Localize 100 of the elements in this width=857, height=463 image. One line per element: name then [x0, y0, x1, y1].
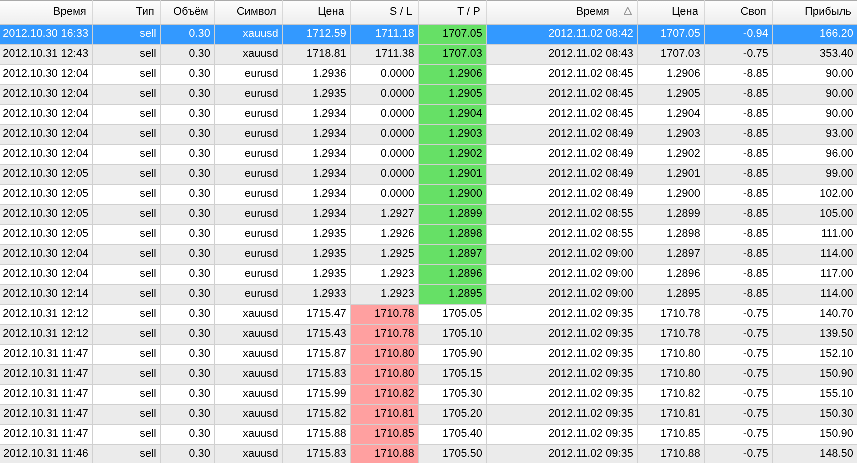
table-cell: 1.2897 — [637, 244, 704, 264]
table-cell: 1711.18 — [350, 24, 418, 44]
table-cell: 1.2895 — [637, 284, 704, 304]
table-cell: 1.2903 — [418, 124, 486, 144]
table-cell: eurusd — [214, 124, 282, 144]
table-cell: 2012.11.02 08:45 — [486, 84, 637, 104]
table-cell: 2012.10.30 12:05 — [0, 204, 92, 224]
table-cell: 1710.81 — [637, 404, 704, 424]
table-cell: xauusd — [214, 324, 282, 344]
table-cell: 0.30 — [160, 324, 214, 344]
table-cell: 150.30 — [772, 404, 857, 424]
table-cell: 0.30 — [160, 44, 214, 64]
column-header[interactable]: Своп — [704, 0, 772, 24]
table-cell: -0.75 — [704, 324, 772, 344]
table-cell: 0.0000 — [350, 164, 418, 184]
table-cell: 148.50 — [772, 444, 857, 463]
table-cell: 0.30 — [160, 444, 214, 463]
table-cell: sell — [92, 84, 160, 104]
table-cell: 0.30 — [160, 364, 214, 384]
table-cell: sell — [92, 24, 160, 44]
column-header[interactable]: Объём — [160, 0, 214, 24]
table-cell: 105.00 — [772, 204, 857, 224]
column-header[interactable]: Прибыль — [772, 0, 857, 24]
table-cell: 2012.11.02 08:55 — [486, 204, 637, 224]
table-cell: 166.20 — [772, 24, 857, 44]
table-cell: 2012.10.31 11:46 — [0, 444, 92, 463]
table-cell: 0.30 — [160, 24, 214, 44]
table-cell: 93.00 — [772, 124, 857, 144]
table-cell: 1710.80 — [350, 344, 418, 364]
table-cell: 114.00 — [772, 244, 857, 264]
table-cell: 1705.15 — [418, 364, 486, 384]
table-cell: 2012.10.30 12:14 — [0, 284, 92, 304]
table-cell: 2012.10.30 12:04 — [0, 124, 92, 144]
column-header[interactable]: Цена — [282, 0, 350, 24]
table-cell: 2012.11.02 08:49 — [486, 124, 637, 144]
table-cell: -8.85 — [704, 244, 772, 264]
table-cell: sell — [92, 444, 160, 463]
table-cell: 2012.11.02 09:35 — [486, 404, 637, 424]
table-cell: 1.2901 — [418, 164, 486, 184]
table-cell: 1710.80 — [350, 364, 418, 384]
column-header[interactable]: Время — [0, 0, 92, 24]
column-header[interactable]: Тип — [92, 0, 160, 24]
table-cell: 2012.11.02 08:43 — [486, 44, 637, 64]
column-header[interactable]: Цена — [637, 0, 704, 24]
table-cell: 1.2906 — [418, 64, 486, 84]
table-cell: 1707.05 — [637, 24, 704, 44]
table-cell: 1711.38 — [350, 44, 418, 64]
table-cell: 1.2896 — [418, 264, 486, 284]
column-header[interactable]: Время — [486, 0, 637, 24]
table-cell: 2012.11.02 09:35 — [486, 444, 637, 463]
table-cell: 2012.10.31 12:43 — [0, 44, 92, 64]
table-cell: 1.2935 — [282, 84, 350, 104]
table-cell: 1.2934 — [282, 124, 350, 144]
column-header[interactable]: Символ — [214, 0, 282, 24]
table-cell: 1718.81 — [282, 44, 350, 64]
table-cell: 0.30 — [160, 124, 214, 144]
table-cell: sell — [92, 324, 160, 344]
table-cell: 0.0000 — [350, 84, 418, 104]
table-cell: eurusd — [214, 84, 282, 104]
table-cell: 0.30 — [160, 164, 214, 184]
table-cell: sell — [92, 44, 160, 64]
table-cell: 90.00 — [772, 84, 857, 104]
column-header[interactable]: S / L — [350, 0, 418, 24]
table-cell: 1707.03 — [637, 44, 704, 64]
table-cell: 2012.11.02 09:35 — [486, 364, 637, 384]
table-cell: sell — [92, 364, 160, 384]
table-cell: -8.85 — [704, 124, 772, 144]
table-cell: -8.85 — [704, 284, 772, 304]
table-cell: xauusd — [214, 444, 282, 463]
table-cell: 1.2905 — [637, 84, 704, 104]
table-cell: 1.2934 — [282, 164, 350, 184]
table-cell: 353.40 — [772, 44, 857, 64]
table-cell: 0.30 — [160, 284, 214, 304]
table-cell: -8.85 — [704, 204, 772, 224]
table-cell: 1710.85 — [350, 424, 418, 444]
table-cell: -0.75 — [704, 364, 772, 384]
table-cell: 1.2895 — [418, 284, 486, 304]
table-cell: 1.2901 — [637, 164, 704, 184]
table-cell: 1.2899 — [637, 204, 704, 224]
table-cell: 2012.10.30 16:33 — [0, 24, 92, 44]
table-cell: 1715.43 — [282, 324, 350, 344]
table-cell: 2012.11.02 09:35 — [486, 324, 637, 344]
table-cell: 1.2935 — [282, 244, 350, 264]
column-header[interactable]: T / P — [418, 0, 486, 24]
table-cell: -8.85 — [704, 164, 772, 184]
table-cell: 1705.50 — [418, 444, 486, 463]
table-cell: xauusd — [214, 24, 282, 44]
table-cell: xauusd — [214, 44, 282, 64]
table-cell: 1.2927 — [350, 204, 418, 224]
table-cell: 2012.10.31 11:47 — [0, 364, 92, 384]
table-cell: 2012.10.31 11:47 — [0, 404, 92, 424]
table-cell: xauusd — [214, 404, 282, 424]
table-cell: 1707.05 — [418, 24, 486, 44]
table-cell: 1.2904 — [418, 104, 486, 124]
table-cell: -0.94 — [704, 24, 772, 44]
table-cell: 0.30 — [160, 204, 214, 224]
table-cell: 1.2897 — [418, 244, 486, 264]
table-cell: 1710.78 — [637, 324, 704, 344]
table-cell: 2012.10.30 12:04 — [0, 84, 92, 104]
sort-icon — [624, 7, 632, 16]
